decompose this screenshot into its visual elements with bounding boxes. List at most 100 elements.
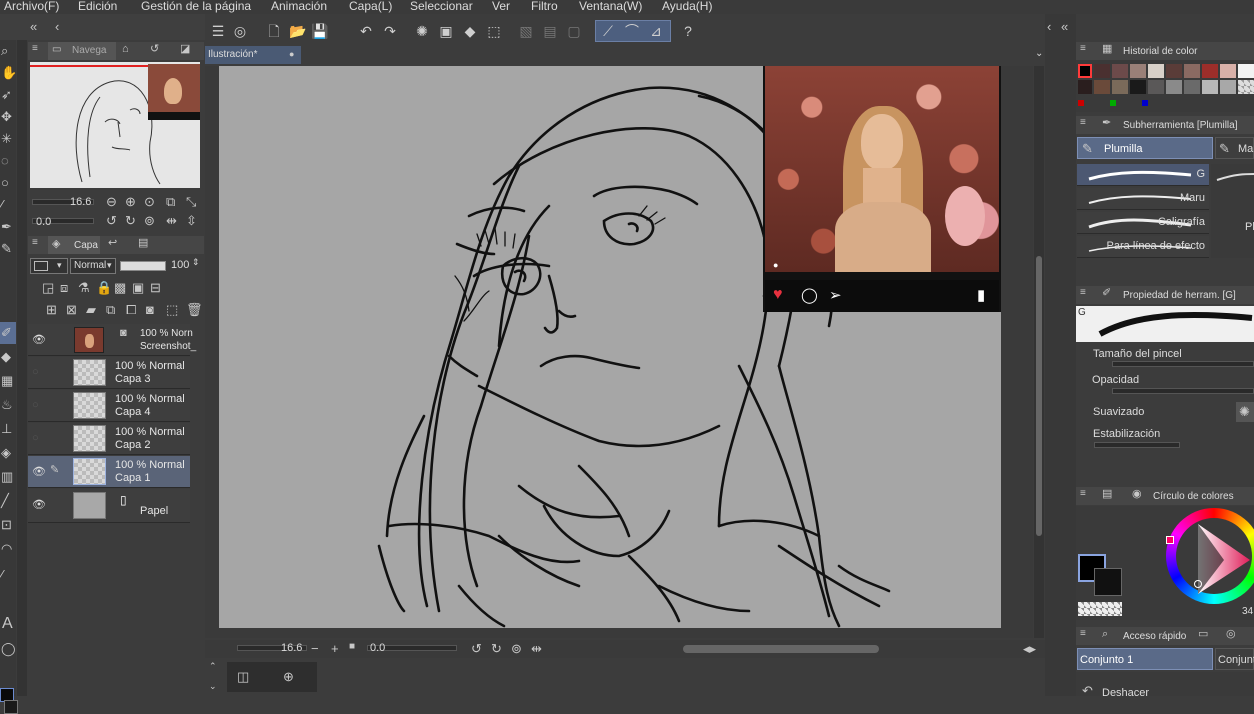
menu-animacion[interactable]: Animación: [271, 0, 327, 13]
swatch-mini-green[interactable]: [1110, 100, 1116, 106]
flip-horizontal-icon[interactable]: ⇹: [166, 214, 177, 227]
transparent-color[interactable]: [1078, 602, 1122, 616]
panel-menu-icon[interactable]: ≡: [1080, 629, 1086, 639]
quick-undo-label[interactable]: Deshacer: [1102, 687, 1149, 696]
share-icon[interactable]: ➢: [829, 286, 842, 304]
menu-filtro[interactable]: Filtro: [531, 0, 558, 13]
color-set-tab-icon[interactable]: ▤: [1102, 489, 1112, 500]
visibility-off-icon[interactable]: ○: [32, 399, 39, 411]
layer-row-papel[interactable]: 👁 ▯ Papel: [28, 489, 190, 523]
collapse-left-icon[interactable]: «: [30, 20, 37, 33]
lock-icon[interactable]: 🔒: [96, 281, 112, 294]
zoom-in-icon[interactable]: ⊕: [125, 195, 136, 208]
layer-color-select[interactable]: ▾: [30, 258, 68, 274]
hue-marker[interactable]: [1166, 536, 1174, 544]
brush-caligrafia[interactable]: Caligrafía: [1077, 212, 1209, 234]
smoothing-toggle[interactable]: ✺: [1236, 402, 1254, 422]
speech-tool-icon[interactable]: ◯: [1, 642, 16, 655]
ruler-tool-icon[interactable]: ∕: [1, 568, 3, 581]
panel-menu-icon[interactable]: ≡: [1080, 489, 1086, 499]
undo-icon[interactable]: ↶: [357, 22, 375, 40]
saturation-marker[interactable]: [1194, 580, 1202, 588]
sub-color[interactable]: [1094, 568, 1122, 596]
redo-icon[interactable]: ↷: [381, 22, 399, 40]
gradient-tool-icon[interactable]: ▥: [1, 470, 13, 483]
snap-special-icon[interactable]: ⌒: [623, 22, 641, 40]
visibility-eye-icon[interactable]: 👁: [32, 498, 46, 511]
swatch[interactable]: [1220, 80, 1236, 94]
swatch[interactable]: [1184, 64, 1200, 78]
vertical-scroll-thumb[interactable]: [1036, 256, 1042, 536]
tab-close-icon[interactable]: ●: [289, 49, 294, 59]
menu-icon[interactable]: ☰: [209, 22, 227, 40]
swatch-mini-blue[interactable]: [1142, 100, 1148, 106]
zoom-in-plus-icon[interactable]: +: [331, 642, 339, 655]
visibility-off-icon[interactable]: ○: [32, 432, 39, 444]
zoom-out-icon[interactable]: ⊖: [106, 195, 117, 208]
tab-illustration[interactable]: Ilustración* ●: [205, 46, 301, 64]
brush-maru[interactable]: Maru: [1077, 188, 1209, 210]
delete-layer-icon[interactable]: 🗑: [186, 303, 203, 316]
brush-size-slider[interactable]: [1112, 361, 1254, 367]
auto-select-icon[interactable]: ✳: [1, 132, 12, 145]
scroll-right-icon[interactable]: ◂▸: [1023, 642, 1036, 655]
frame-icon[interactable]: ◫: [237, 670, 249, 683]
material-tab-icon[interactable]: ▭: [1198, 629, 1208, 640]
snap-grid-icon[interactable]: ⊿: [647, 22, 665, 40]
eyedropper-icon[interactable]: ⁄: [1, 198, 3, 211]
layer-mask-icon[interactable]: ⊕: [283, 670, 294, 683]
chevron-left-icon[interactable]: ‹: [55, 20, 59, 33]
heart-icon[interactable]: ♥: [773, 286, 783, 304]
snap-ruler-icon[interactable]: ⟋: [599, 22, 617, 40]
loading-icon[interactable]: ✺: [413, 22, 431, 40]
balloon-tool-icon[interactable]: ◠: [1, 542, 12, 555]
chevron-down-icon[interactable]: ⌄: [209, 682, 217, 691]
draft-layer-icon[interactable]: ⚗: [78, 281, 90, 294]
swatch[interactable]: [1202, 64, 1218, 78]
layer-row-capa-3[interactable]: ○ 100 % Normal Capa 3: [28, 357, 190, 389]
transfer-down-icon[interactable]: ⧉: [106, 303, 115, 316]
frame-tool-icon[interactable]: ⊡: [1, 518, 12, 531]
ruler-layer-icon[interactable]: ⊟: [150, 281, 161, 294]
menu-gestion-pagina[interactable]: Gestión de la página: [141, 0, 251, 13]
stop-icon[interactable]: ■: [349, 642, 355, 652]
visibility-off-icon[interactable]: ○: [32, 366, 39, 378]
swatch[interactable]: [1078, 80, 1092, 94]
layer-row-capa-1[interactable]: 👁 ✎ 100 % Normal Capa 1: [28, 456, 190, 488]
swatch[interactable]: [1166, 80, 1182, 94]
create-mask-icon[interactable]: ◙: [146, 303, 154, 316]
brush-g[interactable]: G: [1077, 164, 1209, 186]
pen-tool-icon[interactable]: ✒: [1, 220, 12, 233]
panel-menu-icon[interactable]: ≡: [1080, 44, 1086, 54]
reset-rotation-icon[interactable]: ⊚: [144, 214, 155, 227]
reference-layer-icon[interactable]: ⧈: [60, 281, 68, 294]
tab-info-icon[interactable]: ↺: [150, 44, 159, 55]
material-tab-icon[interactable]: ◎: [1226, 629, 1236, 640]
layer-panel-menu-icon[interactable]: ≡: [32, 238, 38, 248]
layer-row-capa-4[interactable]: ○ 100 % Normal Capa 4: [28, 390, 190, 422]
swatch[interactable]: [1148, 80, 1164, 94]
transform-icon[interactable]: ⬚: [485, 22, 503, 40]
swatch[interactable]: [1112, 80, 1128, 94]
swatch[interactable]: [1166, 64, 1182, 78]
sub-color-swatch[interactable]: [4, 700, 18, 714]
selection-show-icon[interactable]: ▢: [565, 22, 583, 40]
menu-seleccionar[interactable]: Seleccionar: [410, 0, 473, 13]
help-icon[interactable]: ?: [679, 22, 697, 40]
panel-menu-icon[interactable]: ≡: [32, 44, 38, 54]
save-icon[interactable]: 💾: [311, 22, 329, 40]
swatch[interactable]: [1238, 64, 1254, 78]
swatch[interactable]: [1094, 80, 1110, 94]
quick-set-2[interactable]: Conjunto: [1215, 648, 1254, 670]
opacity-slider[interactable]: [120, 261, 166, 271]
panel-menu-icon[interactable]: ≡: [1080, 288, 1086, 298]
rotate-cw-icon[interactable]: ↻: [491, 642, 502, 655]
eraser-tool-icon[interactable]: ◆: [1, 350, 11, 363]
menu-archivo[interactable]: Archivo(F): [4, 0, 59, 13]
quick-set-1[interactable]: Conjunto 1: [1077, 648, 1213, 670]
selection-invert-icon[interactable]: ▤: [541, 22, 559, 40]
swatch-transparent[interactable]: [1238, 80, 1254, 94]
rotate-right-icon[interactable]: ↻: [125, 214, 136, 227]
reference-screenshot[interactable]: ● ♥ ◯ ➢ ▮: [763, 66, 1001, 312]
navigator-preview[interactable]: [30, 62, 200, 188]
